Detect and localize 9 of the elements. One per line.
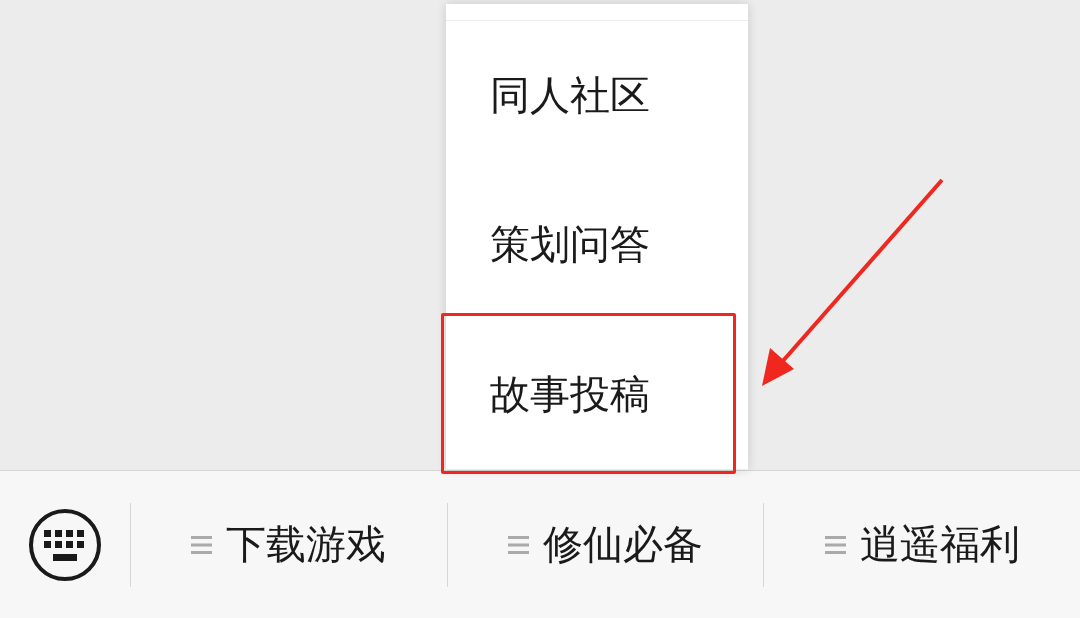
menu-lines-icon bbox=[824, 534, 846, 555]
menu-lines-icon bbox=[191, 534, 213, 555]
menu-tab[interactable]: 逍遥福利 bbox=[859, 517, 1020, 572]
menu-item[interactable]: 策划问答 bbox=[446, 170, 748, 319]
keyboard-icon[interactable] bbox=[28, 507, 102, 582]
menu-tab[interactable]: 下载游戏 bbox=[226, 517, 387, 572]
menu-lines-icon bbox=[508, 534, 529, 555]
menu-item[interactable]: 同人社区 bbox=[446, 21, 748, 170]
menu-tab[interactable]: 修仙必备 bbox=[543, 517, 703, 572]
